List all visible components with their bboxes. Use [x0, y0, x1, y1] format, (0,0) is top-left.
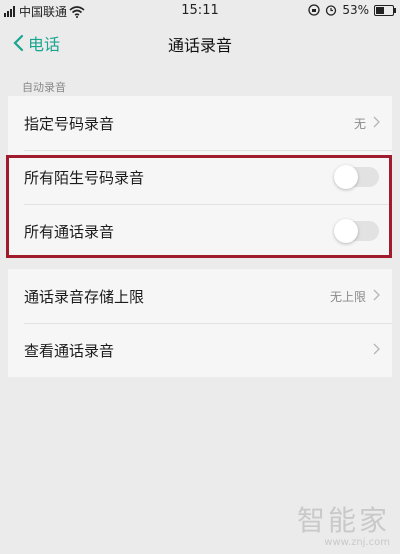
lock-rotation-icon: [308, 4, 320, 16]
row-storage-limit[interactable]: 通话录音存储上限 无上限: [8, 269, 392, 323]
row-view-recordings[interactable]: 查看通话录音: [8, 323, 392, 377]
nav-bar: 电话 通话录音: [0, 26, 400, 62]
row-label: 指定号码录音: [24, 114, 115, 133]
battery-percent: 53%: [342, 3, 369, 17]
chevron-right-icon: [373, 343, 380, 355]
battery-icon: [374, 4, 396, 16]
row-label: 查看通话录音: [24, 341, 115, 360]
status-right: 53%: [308, 3, 396, 17]
chevron-right-icon: [373, 289, 380, 301]
status-bar: 中国联通 15:11 53%: [0, 0, 400, 22]
highlight-box: [6, 155, 392, 258]
watermark: 智能家 www.znj.com: [297, 499, 390, 548]
storage-card: 通话录音存储上限 无上限 查看通话录音: [8, 269, 392, 377]
row-label: 通话录音存储上限: [24, 287, 145, 306]
row-specified-numbers[interactable]: 指定号码录音 无: [8, 96, 392, 150]
row-value: 无: [353, 116, 366, 131]
alarm-icon: [326, 5, 337, 16]
row-value: 无上限: [329, 289, 366, 304]
chevron-right-icon: [373, 116, 380, 128]
watermark-title: 智能家: [296, 504, 390, 537]
page-title: 通话录音: [167, 36, 232, 55]
section-label: 自动录音: [22, 81, 66, 94]
battery-fill: [376, 6, 384, 14]
